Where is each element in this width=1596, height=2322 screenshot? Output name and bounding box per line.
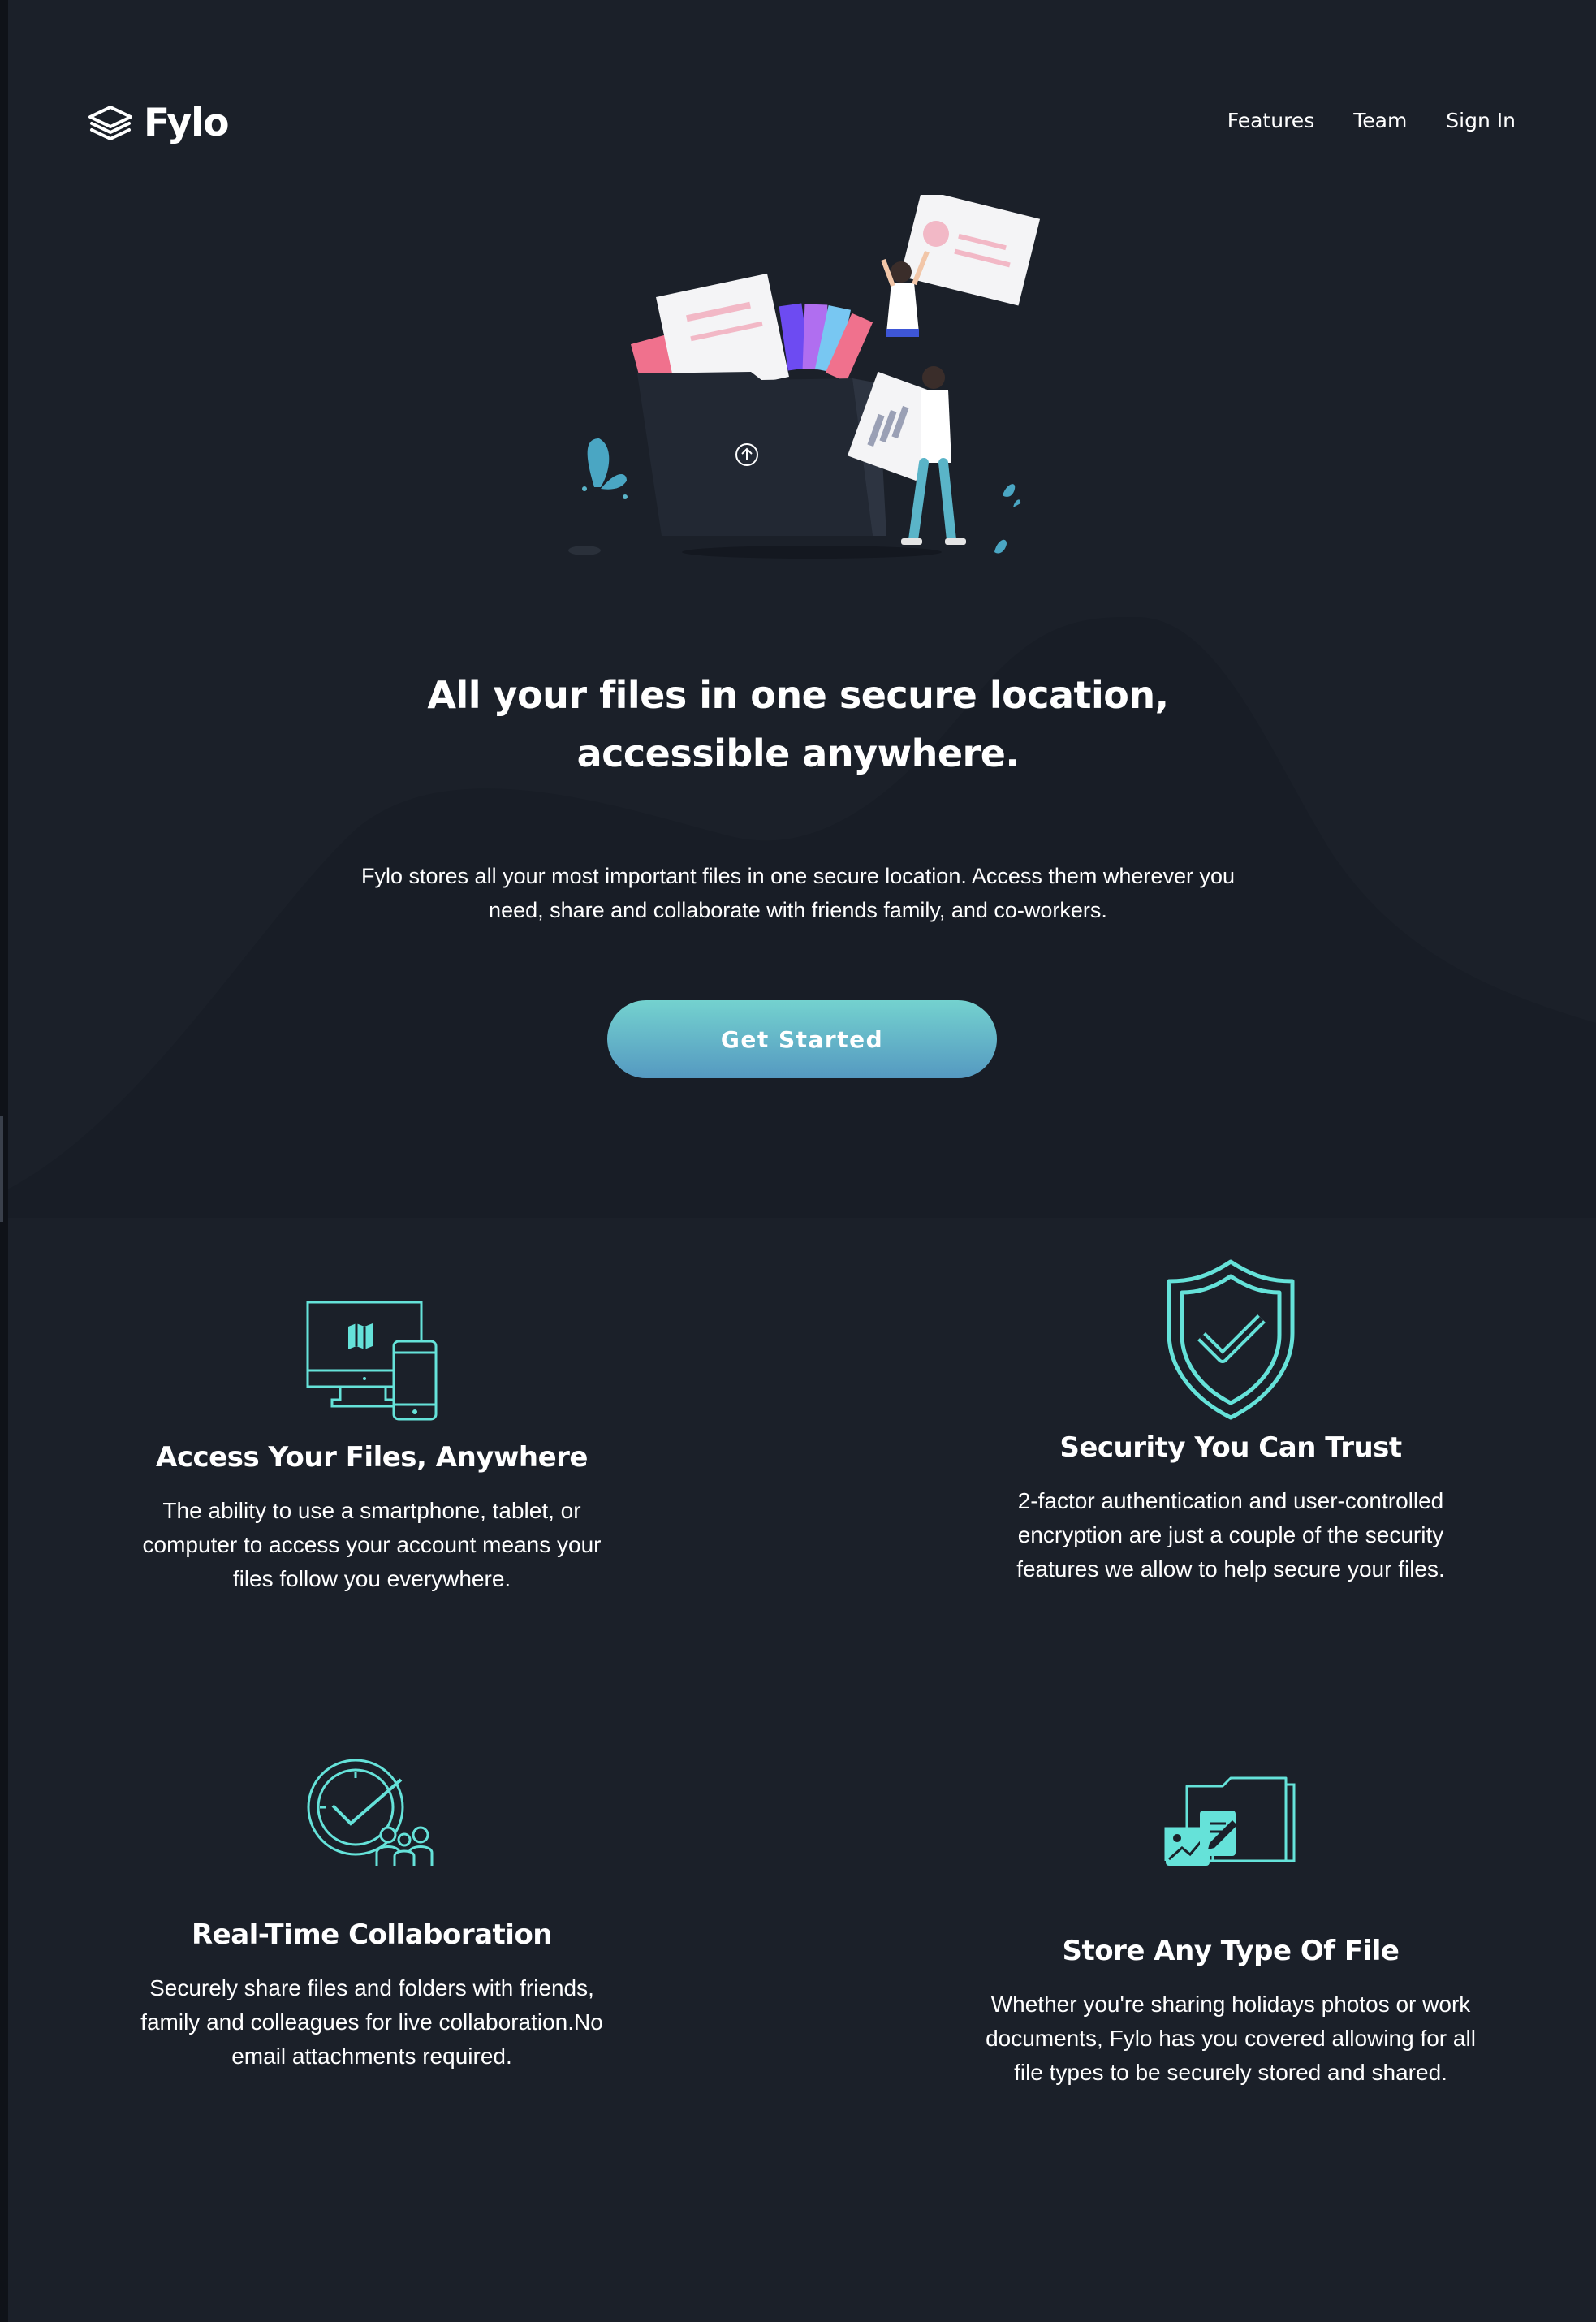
nav-features-link[interactable]: Features xyxy=(1227,109,1315,132)
brand-logo[interactable]: Fylo xyxy=(87,97,230,148)
nav-team-link[interactable]: Team xyxy=(1353,109,1407,132)
feature-file-types: Store Any Type Of File Whether you're sh… xyxy=(947,1737,1515,2090)
feature-description: The ability to use a smartphone, tablet,… xyxy=(142,1498,602,1591)
feature-title: Store Any Type Of File xyxy=(1062,1935,1400,1967)
feature-description: Whether you're sharing holidays photos o… xyxy=(986,1992,1476,2085)
feature-title: Real-Time Collaboration xyxy=(191,1918,553,1951)
get-started-button[interactable]: Get Started xyxy=(607,1000,997,1078)
main-nav: Features Team Sign In xyxy=(1227,109,1516,132)
feature-security: Security You Can Trust 2-factor authenti… xyxy=(947,1259,1515,1586)
folder-files-icon xyxy=(1164,1776,1296,1866)
hero-title: All your files in one secure location, a… xyxy=(427,673,1169,775)
site-header: Fylo Features Team Sign In xyxy=(87,97,1516,148)
feature-title: Security You Can Trust xyxy=(1059,1431,1402,1464)
collaboration-icon xyxy=(307,1759,434,1866)
scroll-handle[interactable] xyxy=(0,1116,3,1222)
feature-collaboration: Real-Time Collaboration Securely share f… xyxy=(88,1737,656,2074)
feature-description: 2-factor authentication and user-control… xyxy=(1016,1488,1445,1582)
feature-access: Access Your Files, Anywhere The ability … xyxy=(88,1291,656,1596)
brand-name: Fylo xyxy=(144,100,230,145)
file-upload-illustration xyxy=(568,195,1041,559)
layers-icon xyxy=(88,106,132,140)
feature-description: Securely share files and folders with fr… xyxy=(140,1975,603,2069)
feature-title: Access Your Files, Anywhere xyxy=(156,1441,588,1474)
shield-check-icon xyxy=(1167,1259,1295,1420)
devices-icon xyxy=(306,1301,438,1421)
nav-signin-link[interactable]: Sign In xyxy=(1446,109,1516,132)
hero-description: Fylo stores all your most important file… xyxy=(361,864,1235,922)
